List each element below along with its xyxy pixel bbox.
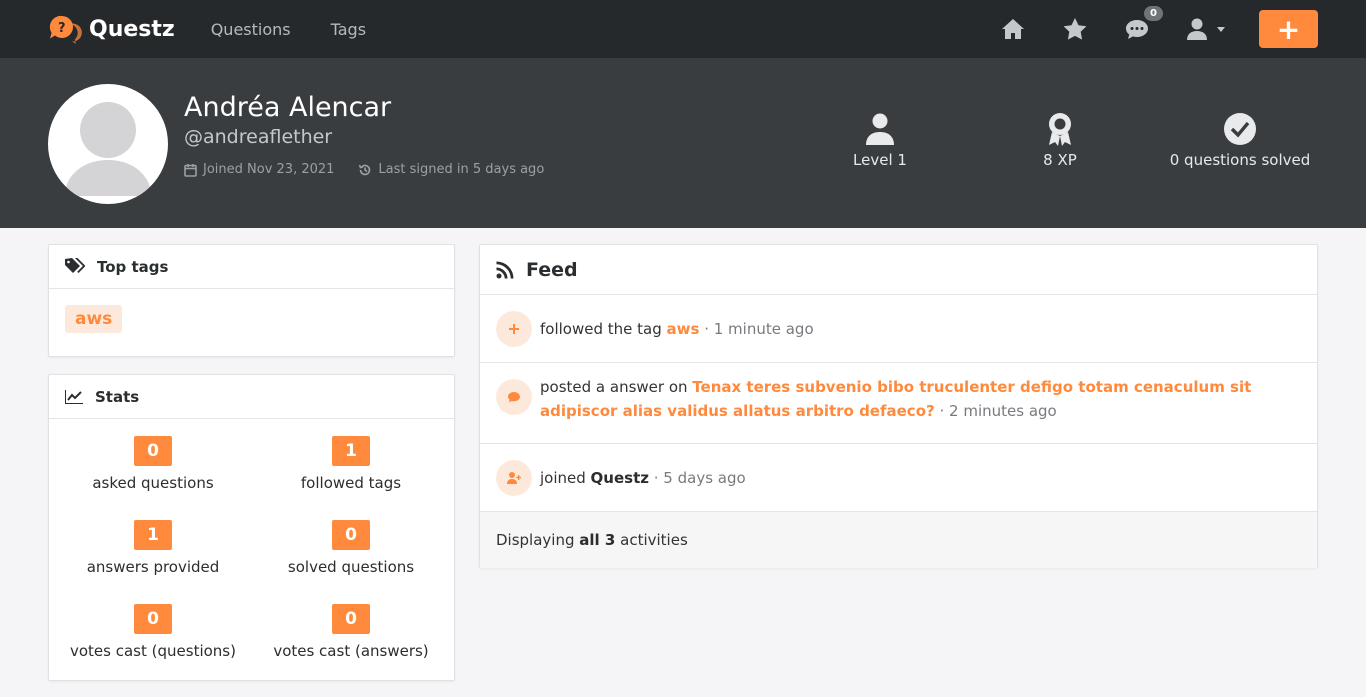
award-icon	[1049, 113, 1071, 146]
history-icon	[359, 164, 371, 175]
user-plus-icon	[496, 459, 532, 496]
stats-title: Stats	[95, 387, 140, 406]
stat-votes-answers: 0 votes cast (answers)	[251, 604, 451, 660]
questz-logo-icon: ?	[48, 12, 82, 46]
avatar	[48, 84, 168, 204]
nav-link-questions[interactable]: Questions	[211, 20, 291, 39]
feed-time: 2 minutes ago	[949, 402, 1057, 420]
messages-icon[interactable]: 0	[1125, 6, 1163, 40]
stat-votes-questions: 0 votes cast (questions)	[53, 604, 253, 660]
rss-icon	[496, 261, 514, 278]
chart-line-icon	[65, 389, 83, 404]
star-icon[interactable]	[1063, 18, 1087, 40]
feed-card: Feed followed the tag aws · 1 minute ago…	[479, 244, 1318, 568]
stat-answers-provided: 1 answers provided	[53, 520, 253, 576]
xp-stat: 8 XP	[1020, 112, 1100, 169]
level-stat: Level 1	[840, 112, 920, 169]
plus-icon	[496, 310, 532, 347]
nav-link-tags[interactable]: Tags	[331, 20, 366, 39]
tag-chip-aws[interactable]: aws	[65, 305, 123, 333]
profile-handle: @andreaflether	[184, 126, 333, 148]
last-signed-in: Last signed in 5 days ago	[358, 162, 544, 177]
stat-followed-tags: 1 followed tags	[251, 436, 451, 492]
home-icon[interactable]	[1001, 18, 1025, 40]
check-circle-icon	[1224, 113, 1256, 145]
add-question-button[interactable]: +	[1259, 10, 1318, 48]
feed-item: followed the tag aws · 1 minute ago	[480, 295, 1317, 363]
stat-solved-questions: 0 solved questions	[251, 520, 451, 576]
feed-item: posted a answer on Tenax teres subvenio …	[480, 363, 1317, 444]
svg-text:?: ?	[58, 21, 66, 36]
feed-time: 5 days ago	[663, 468, 746, 487]
notification-badge: 0	[1144, 6, 1163, 21]
feed-link-tag-aws[interactable]: aws	[667, 320, 700, 338]
tags-icon	[65, 257, 85, 273]
stat-asked-questions: 0 asked questions	[53, 436, 253, 492]
user-menu-toggle[interactable]	[1187, 18, 1225, 40]
chevron-down-icon	[1217, 26, 1225, 32]
user-icon	[1187, 18, 1207, 40]
navbar: ? Questz Questions Tags 0 +	[0, 0, 1366, 58]
top-tags-card: Top tags aws	[48, 244, 455, 357]
profile-name: Andréa Alencar	[184, 92, 392, 123]
solved-stat: 0 questions solved	[1160, 112, 1320, 169]
feed-time: 1 minute ago	[713, 319, 814, 338]
brand-link[interactable]: ? Questz	[48, 12, 175, 46]
stats-card: Stats 0 asked questions 1 followed tags …	[48, 374, 455, 681]
calendar-icon	[184, 163, 197, 177]
comment-icon	[496, 379, 532, 415]
joined-date: Joined Nov 23, 2021	[184, 162, 334, 177]
user-icon	[866, 113, 894, 145]
feed-link-questz[interactable]: Questz	[591, 469, 649, 487]
brand-name: Questz	[89, 16, 175, 42]
feed-footer: Displaying all 3 activities	[480, 512, 1317, 568]
top-tags-title: Top tags	[97, 257, 169, 276]
feed-item: joined Questz · 5 days ago	[480, 444, 1317, 512]
profile-hero: Andréa Alencar @andreaflether Joined Nov…	[0, 58, 1366, 228]
feed-title: Feed	[526, 258, 578, 281]
